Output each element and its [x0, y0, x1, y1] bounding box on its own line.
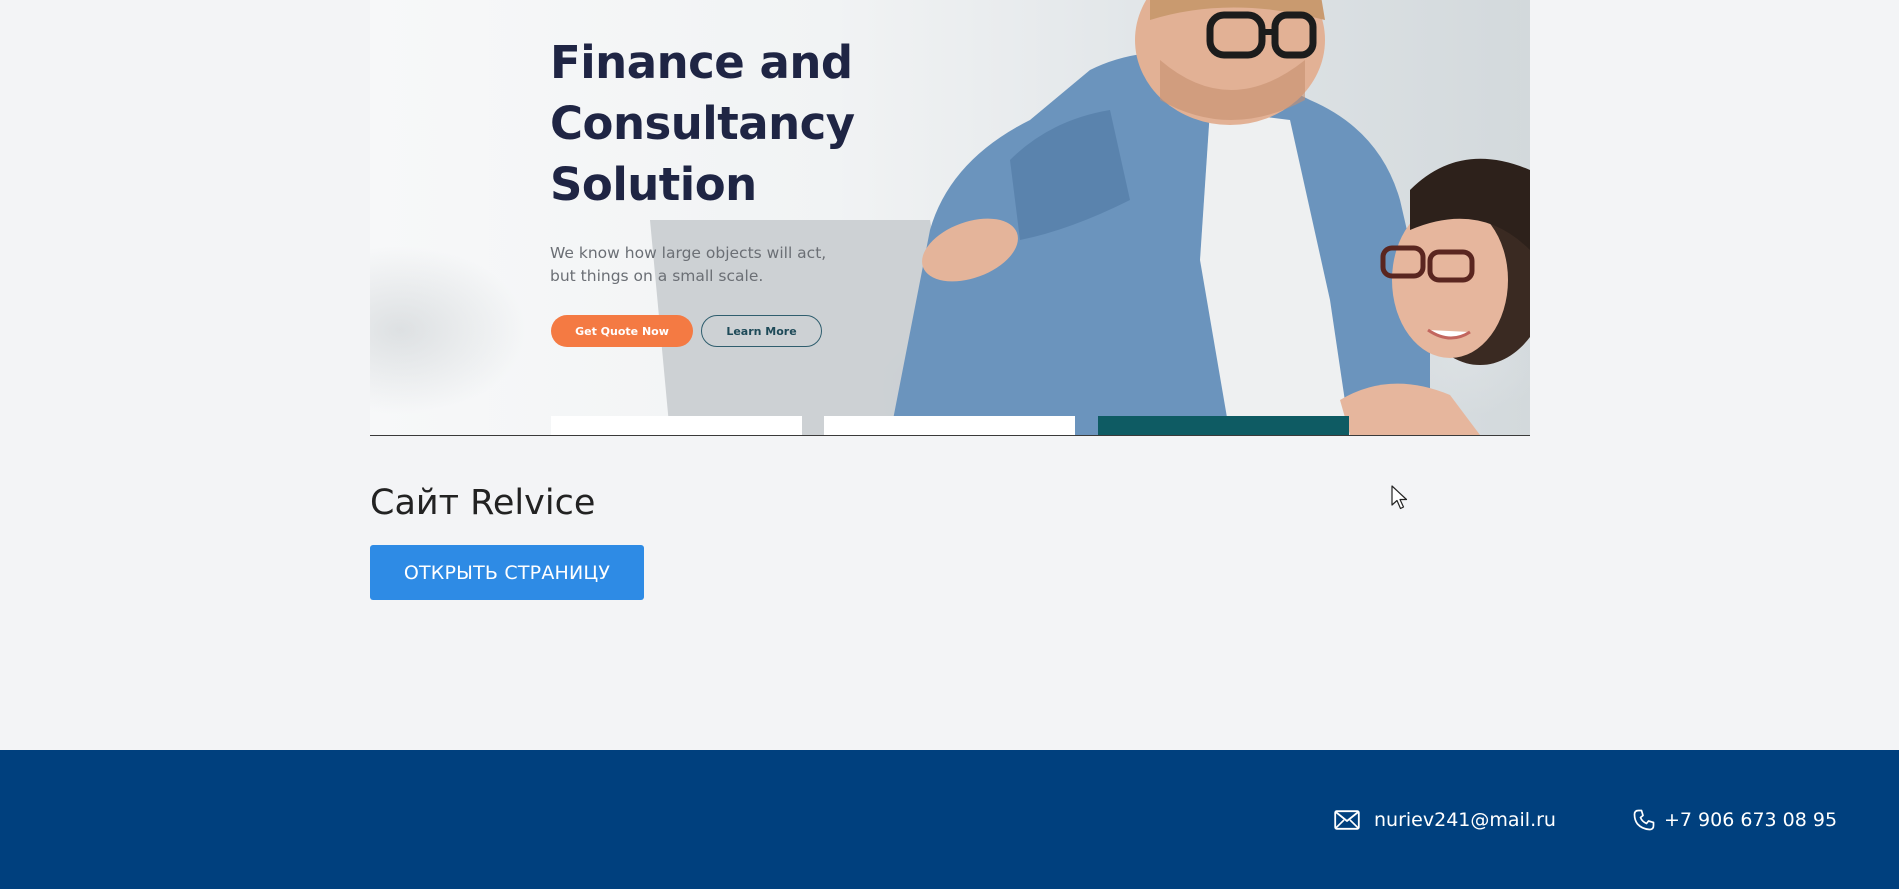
hero-title: Finance and Consultancy Solution: [550, 32, 970, 215]
hero-subtitle: We know how large objects will act, but …: [550, 242, 870, 288]
mouse-cursor-icon: [1391, 485, 1408, 510]
footer-email-link[interactable]: nuriev241@mail.ru: [1334, 805, 1556, 835]
hero-subtitle-line-2: but things on a small scale.: [550, 267, 764, 285]
footer-phone-link[interactable]: +7 906 673 08 95: [1632, 805, 1837, 835]
hero-title-line-1: Finance and: [550, 36, 853, 89]
open-page-button[interactable]: ОТКРЫТЬ СТРАНИЦУ: [370, 545, 644, 600]
site-title: Сайт Relvice: [370, 483, 596, 523]
envelope-icon: [1334, 810, 1360, 830]
feature-card-2: [824, 416, 1075, 435]
footer-phone-text: +7 906 673 08 95: [1664, 809, 1838, 831]
feature-card-3: [1098, 416, 1349, 435]
hero-subtitle-line-1: We know how large objects will act,: [550, 244, 827, 262]
get-quote-button: Get Quote Now: [551, 315, 693, 347]
hero-title-line-3: Solution: [550, 158, 757, 211]
hero-title-line-2: Consultancy: [550, 97, 855, 150]
footer-email-text: nuriev241@mail.ru: [1374, 809, 1556, 831]
learn-more-button: Learn More: [701, 315, 822, 347]
phone-icon: [1632, 808, 1656, 832]
footer: [0, 750, 1899, 889]
hero-preview-image: Finance and Consultancy Solution We know…: [370, 0, 1530, 436]
feature-card-1: [551, 416, 802, 435]
